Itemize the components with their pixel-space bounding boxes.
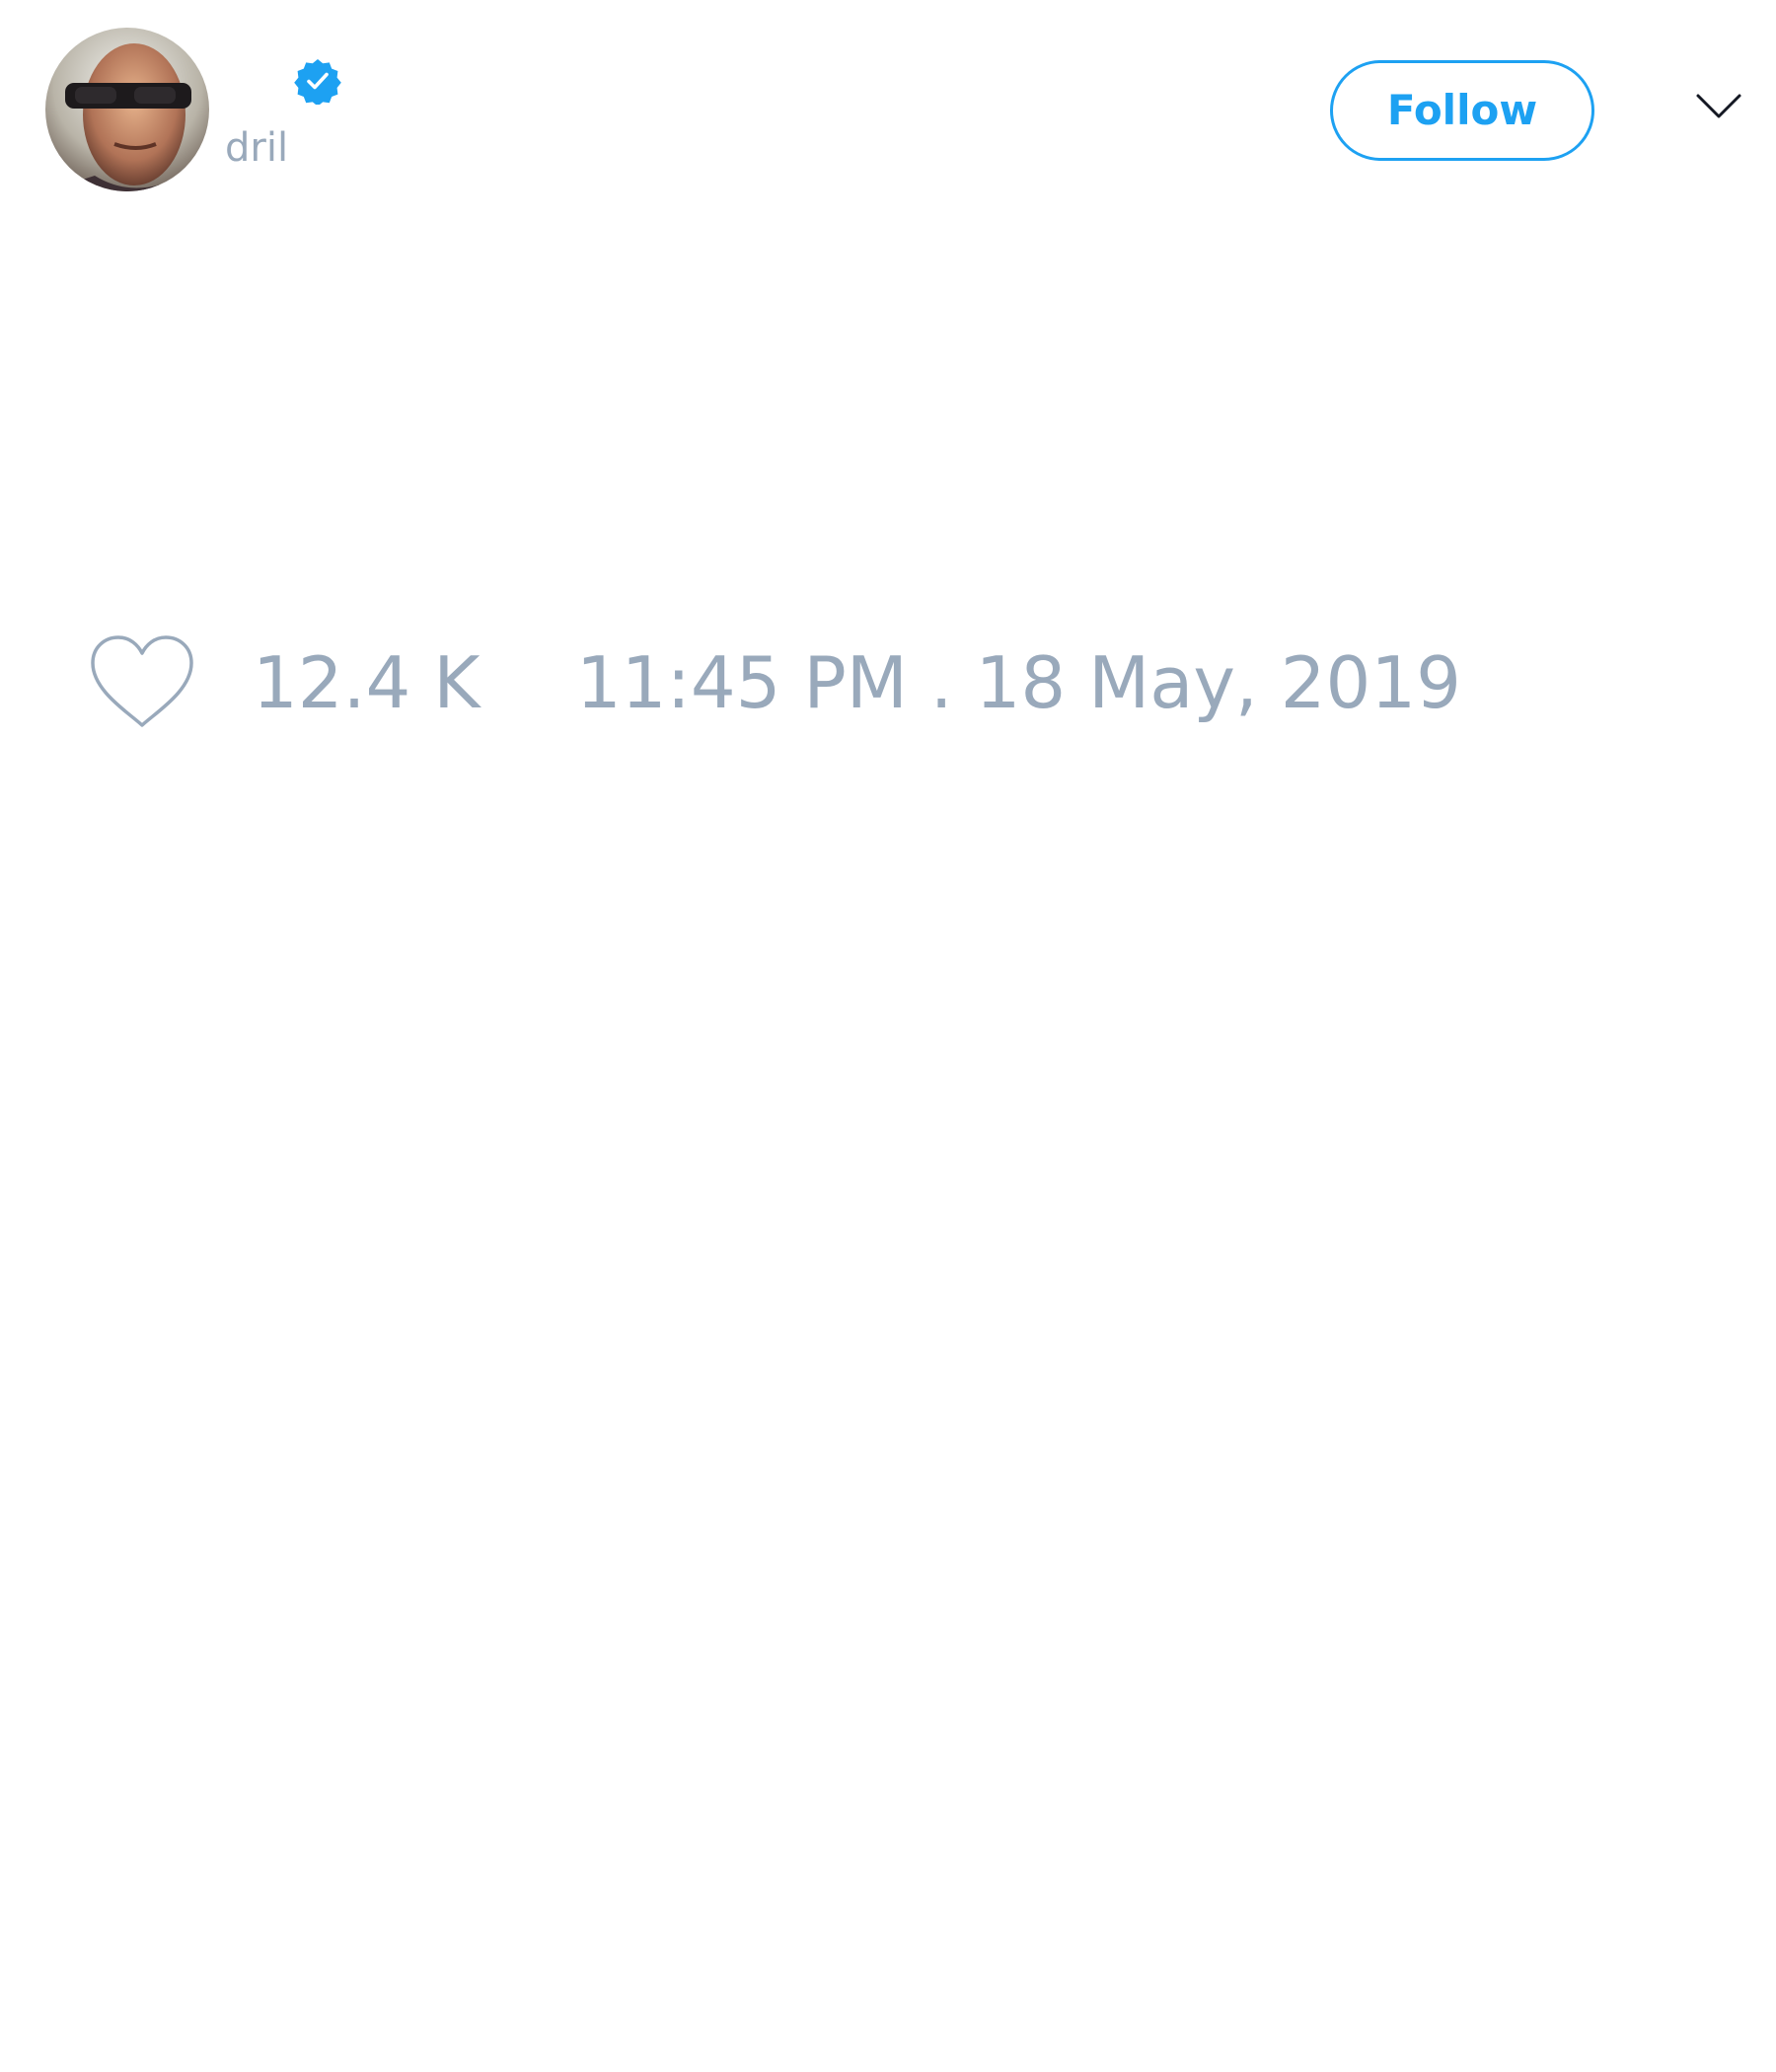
verified-badge-icon [294, 59, 341, 105]
heart-outline-icon[interactable] [89, 633, 195, 730]
avatar-image [45, 28, 209, 191]
like-count: 12.4 K [253, 641, 481, 724]
follow-button[interactable]: Follow [1330, 60, 1594, 161]
chevron-down-icon[interactable] [1695, 93, 1742, 120]
tweet-timestamp[interactable]: 11:45 PM . 18 May, 2019 [576, 641, 1461, 724]
author-handle[interactable]: dril [225, 124, 288, 172]
avatar[interactable] [45, 28, 209, 191]
